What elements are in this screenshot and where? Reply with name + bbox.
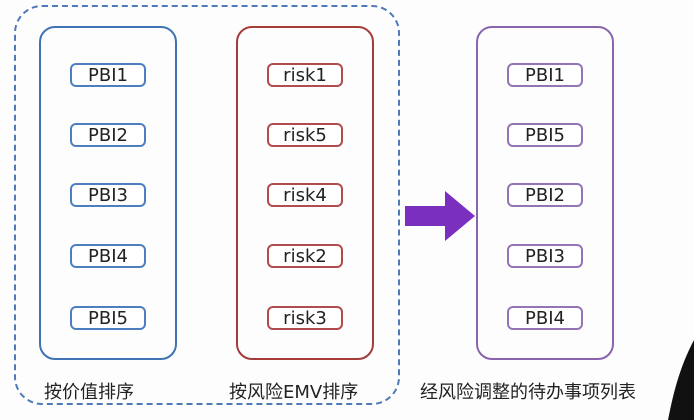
list-item: PBI2 bbox=[70, 123, 146, 147]
risk-emv-caption: 按风险EMV排序 bbox=[229, 382, 359, 403]
list-item: risk2 bbox=[267, 244, 343, 268]
list-item: risk3 bbox=[267, 306, 343, 330]
list-item: PBI4 bbox=[70, 244, 146, 268]
arrow-right-icon bbox=[405, 191, 475, 241]
risk-adjusted-list: PBI1 PBI5 PBI2 PBI3 PBI4 bbox=[478, 28, 612, 358]
list-item: risk1 bbox=[267, 63, 343, 87]
list-item: PBI1 bbox=[70, 63, 146, 87]
diagram-canvas: PBI1 PBI2 PBI3 PBI4 PBI5 risk1 risk5 ris… bbox=[0, 0, 694, 420]
list-item: PBI1 bbox=[507, 63, 583, 87]
risk-adjusted-column: PBI1 PBI5 PBI2 PBI3 PBI4 bbox=[476, 26, 614, 360]
list-item: PBI3 bbox=[507, 244, 583, 268]
list-item: risk4 bbox=[267, 183, 343, 207]
value-sorted-list: PBI1 PBI2 PBI3 PBI4 PBI5 bbox=[41, 28, 175, 358]
risk-adjusted-caption: 经风险调整的待办事项列表 bbox=[420, 382, 636, 403]
list-item: PBI5 bbox=[70, 306, 146, 330]
corner-shadow bbox=[668, 340, 694, 420]
list-item: risk5 bbox=[267, 123, 343, 147]
list-item: PBI3 bbox=[70, 183, 146, 207]
list-item: PBI4 bbox=[507, 306, 583, 330]
list-item: PBI2 bbox=[507, 183, 583, 207]
list-item: PBI5 bbox=[507, 123, 583, 147]
risk-emv-column: risk1 risk5 risk4 risk2 risk3 bbox=[236, 26, 374, 360]
value-sorted-caption: 按价值排序 bbox=[44, 382, 134, 403]
value-sorted-column: PBI1 PBI2 PBI3 PBI4 PBI5 bbox=[39, 26, 177, 360]
risk-emv-list: risk1 risk5 risk4 risk2 risk3 bbox=[238, 28, 372, 358]
